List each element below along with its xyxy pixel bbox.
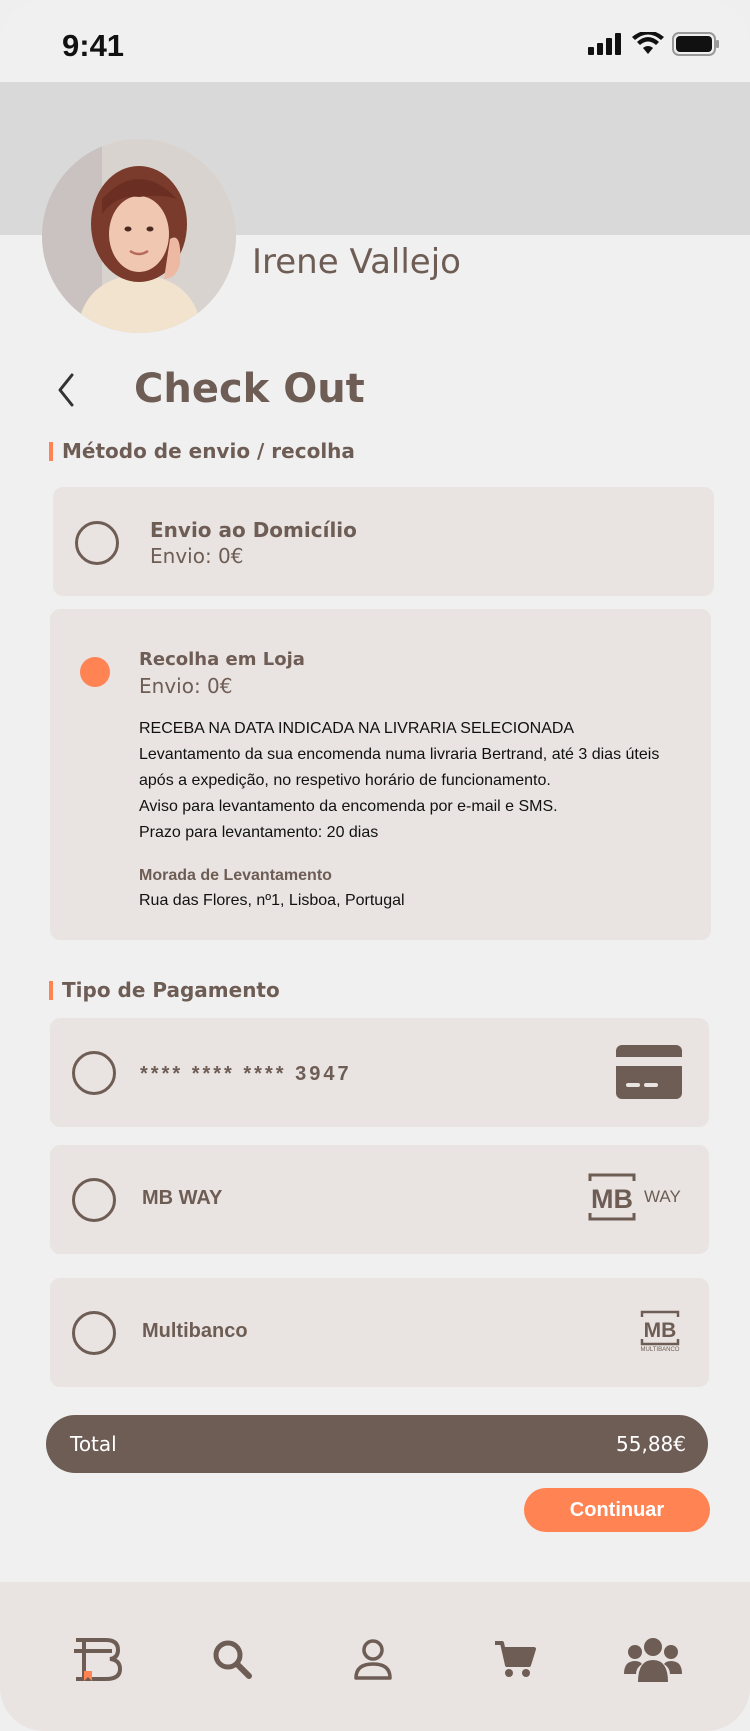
nav-item-home[interactable] [67, 1634, 127, 1684]
wifi-icon [632, 32, 664, 54]
svg-text:MB: MB [591, 1184, 633, 1214]
cellular-signal-icon [588, 33, 621, 55]
total-bar: Total 55,88€ [46, 1415, 708, 1473]
total-value: 55,88€ [616, 1432, 686, 1456]
status-icons [588, 32, 720, 56]
shipping-section-title: Método de envio / recolha [49, 439, 355, 463]
payment-option-label: MB WAY [142, 1187, 223, 1209]
shipping-option-title: Envio ao Domicílio [150, 518, 357, 542]
credit-card-icon [616, 1045, 682, 1099]
svg-text:MB: MB [644, 1319, 677, 1342]
total-label: Total [70, 1432, 117, 1456]
community-icon [624, 1638, 682, 1682]
continue-button[interactable]: Continuar [524, 1488, 710, 1532]
pickup-line: Prazo para levantamento: 20 dias [139, 824, 379, 841]
shipping-option-subtitle: Envio: 0€ [150, 544, 244, 568]
page-title: Check Out [134, 366, 365, 412]
avatar-portrait [42, 139, 236, 333]
payment-option-label: Multibanco [142, 1320, 248, 1342]
bottom-nav [0, 1582, 750, 1731]
radio-button[interactable] [72, 1311, 116, 1355]
pickup-address-label: Morada de Levantamento [139, 867, 332, 884]
cart-icon [495, 1641, 536, 1677]
mbway-logo: MB WAY [586, 1173, 686, 1221]
pickup-line: RECEBA NA DATA INDICADA NA LIVRARIA SELE… [139, 720, 575, 737]
radio-button[interactable] [75, 521, 119, 565]
multibanco-logo: MB MULTIBANCO [638, 1310, 682, 1356]
nav-item-cart[interactable] [485, 1634, 545, 1684]
nav-item-community[interactable] [623, 1634, 683, 1684]
payment-option-multibanco[interactable]: Multibanco MB MULTIBANCO [50, 1278, 709, 1387]
mbway-logo-text: WAY [644, 1187, 681, 1206]
pickup-description: RECEBA NA DATA INDICADA NA LIVRARIA SELE… [139, 716, 719, 846]
multibanco-logo-text: MULTIBANCO [640, 1347, 680, 1353]
back-button[interactable] [52, 370, 82, 410]
status-bar: 9:41 [0, 0, 750, 82]
pickup-line: Levantamento da sua encomenda numa livra… [139, 746, 660, 763]
payment-option-card[interactable]: **** **** **** 3947 [50, 1018, 709, 1127]
profile-icon [354, 1639, 392, 1680]
user-name: Irene Vallejo [252, 242, 461, 282]
pickup-address-value: Rua das Flores, nº1, Lisboa, Portugal [139, 892, 405, 909]
radio-button[interactable] [72, 1051, 116, 1095]
phone-screen: 9:41 Irene Vallejo Check Out Método de e… [0, 0, 750, 1731]
nav-item-profile[interactable] [343, 1634, 403, 1684]
payment-option-mbway[interactable]: MB WAY MB WAY [50, 1145, 709, 1254]
chevron-left-icon [58, 373, 74, 407]
pickup-line: Aviso para levantamento da encomenda por… [139, 798, 558, 815]
battery-icon [672, 32, 719, 56]
radio-button-selected[interactable] [80, 657, 110, 687]
pickup-line: após a expedição, no respetivo horário d… [139, 772, 551, 789]
shipping-option-home-delivery[interactable]: Envio ao Domicílio Envio: 0€ [53, 487, 714, 596]
multibanco-logo-icon: MB [640, 1310, 680, 1346]
search-icon [213, 1640, 252, 1679]
shipping-option-subtitle: Envio: 0€ [139, 674, 233, 698]
radio-button[interactable] [72, 1178, 116, 1222]
status-time: 9:41 [62, 28, 125, 63]
avatar[interactable] [42, 139, 236, 333]
nav-item-search[interactable] [202, 1634, 262, 1684]
payment-section-title: Tipo de Pagamento [49, 978, 280, 1002]
shipping-option-title: Recolha em Loja [139, 649, 305, 670]
home-logo-icon [74, 1638, 122, 1681]
mb-logo-icon: MB [588, 1173, 636, 1221]
card-number: **** **** **** 3947 [140, 1063, 352, 1085]
